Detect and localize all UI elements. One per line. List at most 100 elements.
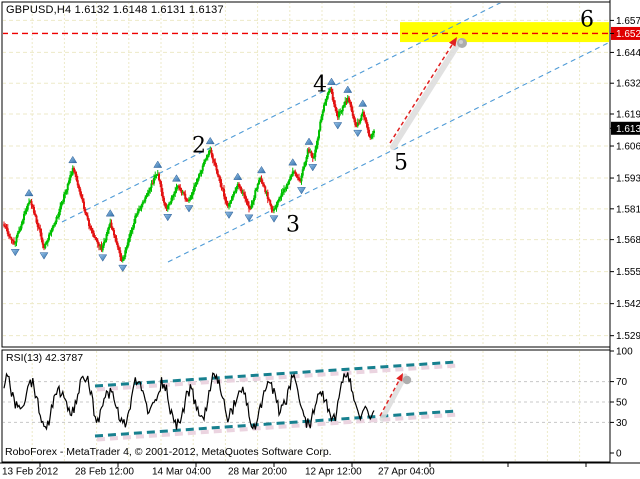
candle-body — [159, 180, 161, 184]
candle-body — [102, 246, 104, 251]
candle-body — [42, 240, 44, 245]
fractal-up-icon — [154, 161, 162, 168]
candle-body — [232, 195, 234, 199]
candle-body — [228, 204, 230, 206]
candle-body — [201, 171, 203, 173]
rsi-axis-label: 0 — [616, 449, 622, 460]
candle-body — [244, 195, 246, 199]
candle-body — [319, 122, 321, 131]
fractal-down-icon — [334, 123, 342, 130]
candle-body — [328, 91, 330, 93]
candle-body — [197, 178, 199, 182]
candle-body — [18, 231, 20, 233]
candles-layer — [3, 87, 375, 262]
price-axis: 1.65751.64451.63201.61951.60651.59351.58… — [610, 16, 640, 342]
candle-body — [317, 138, 319, 145]
anchor-dot-icon — [403, 376, 411, 384]
candle-body — [21, 224, 23, 228]
mt4-chart-window: 234561.65751.64451.63201.61951.60651.593… — [0, 0, 640, 479]
target-zone[interactable] — [400, 22, 610, 42]
candle-body — [236, 187, 238, 191]
rsi-channel-lower-line[interactable] — [95, 411, 456, 436]
price-axis-label: 1.5685 — [616, 235, 640, 246]
candle-body — [58, 212, 60, 217]
candle-body — [193, 187, 195, 192]
candle-body — [126, 247, 128, 250]
candle-body — [116, 238, 118, 243]
candle-body — [114, 235, 116, 238]
candle-body — [284, 189, 286, 190]
candle-body — [327, 93, 329, 98]
time-axis-label: 12 Apr 12:00 — [305, 467, 362, 478]
candle-body — [361, 115, 363, 120]
candle-body — [92, 230, 94, 233]
candle-body — [78, 185, 80, 188]
candle-body — [276, 205, 278, 208]
candle-body — [59, 206, 61, 212]
candle-body — [364, 117, 366, 119]
rsi-axis-label: 100 — [616, 347, 633, 358]
wave-label-2: 2 — [192, 134, 206, 159]
candle-body — [146, 195, 148, 197]
candle-body — [352, 111, 354, 116]
candle-body — [336, 108, 338, 113]
candle-body — [331, 89, 333, 92]
candle-body — [313, 157, 315, 158]
candle-body — [89, 226, 91, 228]
candle-body — [96, 238, 98, 240]
fractal-down-icon — [270, 216, 278, 223]
candle-body — [52, 226, 54, 230]
candle-body — [368, 130, 370, 136]
candle-body — [311, 152, 313, 157]
candle-body — [147, 193, 149, 195]
fractal-up-icon — [206, 137, 214, 144]
candle-body — [71, 175, 73, 176]
candle-body — [76, 174, 78, 180]
candle-body — [84, 209, 86, 213]
candle-body — [137, 211, 139, 214]
candle-body — [143, 201, 145, 202]
candle-body — [113, 230, 115, 235]
candle-body — [74, 172, 76, 175]
candle-body — [172, 196, 174, 198]
candle-body — [123, 257, 125, 260]
projection-arrow[interactable] — [390, 37, 467, 147]
candle-body — [208, 151, 210, 155]
candle-body — [249, 208, 251, 209]
candle-body — [144, 197, 146, 201]
candle-body — [198, 174, 200, 178]
fractal-down-icon — [225, 212, 233, 219]
candle-body — [333, 100, 335, 104]
candle-body — [341, 111, 343, 112]
channel-lower-line[interactable] — [168, 42, 610, 262]
candle-body — [149, 188, 151, 191]
candle-body — [142, 202, 144, 205]
candle-body — [334, 104, 336, 108]
candle-body — [73, 168, 75, 172]
candle-body — [247, 201, 249, 206]
price-chart-canvas[interactable]: 234561.65751.64451.63201.61951.60651.593… — [0, 0, 640, 479]
fractal-up-icon — [305, 138, 313, 145]
candle-body — [136, 215, 138, 216]
price-axis-label: 1.5810 — [616, 204, 640, 215]
candle-body — [46, 243, 48, 244]
candle-body — [178, 186, 180, 188]
rsi-projection-arrow[interactable] — [380, 373, 411, 419]
candle-body — [204, 159, 206, 162]
candle-body — [212, 154, 214, 159]
candle-body — [366, 120, 368, 124]
candle-body — [241, 188, 243, 193]
candle-body — [269, 200, 271, 205]
time-axis-label: 28 Mar 20:00 — [228, 467, 287, 478]
candle-body — [37, 223, 39, 227]
candle-body — [28, 202, 30, 204]
candle-body — [66, 190, 68, 192]
candle-body — [77, 180, 79, 185]
candle-body — [82, 198, 84, 201]
price-axis-label: 1.6575 — [616, 16, 640, 27]
candle-body — [301, 176, 303, 182]
fractal-up-icon — [344, 86, 352, 93]
candle-body — [41, 233, 43, 240]
main-pane-border — [2, 2, 610, 347]
candle-body — [32, 205, 34, 207]
